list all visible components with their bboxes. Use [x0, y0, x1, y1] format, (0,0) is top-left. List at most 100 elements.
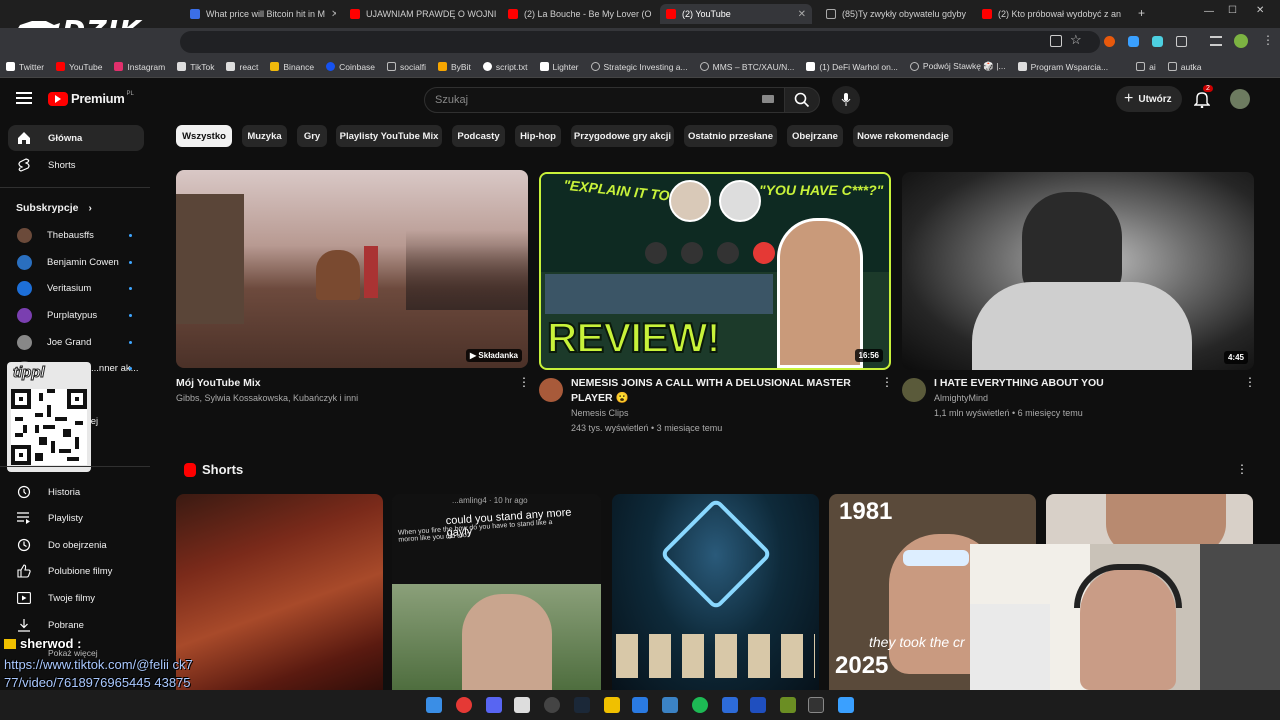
- sidebar-item-subscription[interactable]: Purplatypus: [8, 302, 144, 328]
- close-icon[interactable]: ✕: [325, 9, 336, 20]
- keyboard-icon[interactable]: [762, 95, 774, 103]
- chrome-icon[interactable]: [456, 697, 472, 713]
- bookmark-item[interactable]: Binance: [270, 62, 314, 72]
- chip-games[interactable]: Gry: [297, 125, 327, 147]
- channel-avatar[interactable]: [902, 378, 926, 402]
- bookmark-item[interactable]: react: [226, 62, 258, 72]
- file-explorer-icon[interactable]: [604, 697, 620, 713]
- more-options-icon[interactable]: ⋮: [1236, 462, 1248, 476]
- account-avatar[interactable]: [1230, 89, 1250, 109]
- search-input[interactable]: Szukaj: [424, 87, 786, 113]
- chip-podcasts[interactable]: Podcasty: [452, 125, 505, 147]
- sidebar-item-your-videos[interactable]: Twoje filmy: [8, 585, 144, 611]
- chip-hiphop[interactable]: Hip-hop: [515, 125, 561, 147]
- video-channel[interactable]: AlmightyMind: [934, 391, 1228, 406]
- install-app-icon[interactable]: [1050, 35, 1062, 47]
- close-window-icon[interactable]: ✕: [1256, 5, 1264, 16]
- close-icon[interactable]: ✕: [1121, 9, 1128, 20]
- bookmark-item[interactable]: Coinbase: [326, 62, 375, 72]
- more-options-icon[interactable]: ⋮: [881, 375, 893, 389]
- sidebar-item-watch-later[interactable]: Do obejrzenia: [8, 532, 144, 558]
- sidebar-item-subscription[interactable]: Veritasium: [8, 275, 144, 301]
- app-icon[interactable]: [780, 697, 796, 713]
- bookmark-item[interactable]: MMS – BTC/XAU/N...: [699, 62, 794, 72]
- voice-search-button[interactable]: [832, 86, 860, 114]
- chip-mix-playlists[interactable]: Playlisty YouTube Mix: [336, 125, 442, 147]
- sidebar-item-downloads[interactable]: Pobrane: [8, 612, 144, 638]
- app-icon[interactable]: [750, 697, 766, 713]
- bookmark-item[interactable]: (1) DeFi Warhol on...: [806, 62, 898, 72]
- bookmark-item[interactable]: ByBit: [438, 62, 471, 72]
- sidebar-item-home[interactable]: Główna: [8, 125, 144, 151]
- chip-watched[interactable]: Obejrzane: [787, 125, 843, 147]
- bookmark-item[interactable]: Instagram: [114, 62, 165, 72]
- bookmark-item[interactable]: Lighter: [539, 62, 579, 72]
- browser-tab[interactable]: (85)Ty zwykły obywatelu gdyby✕: [820, 4, 972, 24]
- video-thumbnail[interactable]: "EXPLAIN IT TO ME!" "YOU HAVE C***?" REV…: [539, 172, 891, 370]
- steam-icon[interactable]: [574, 697, 590, 713]
- app-icon[interactable]: [722, 697, 738, 713]
- sidebar-item-liked-videos[interactable]: Polubione filmy: [8, 558, 144, 584]
- chip-new-recommendations[interactable]: Nowe rekomendacje: [853, 125, 953, 147]
- new-tab-button[interactable]: +: [1138, 6, 1145, 20]
- extension-icon[interactable]: [1104, 36, 1115, 47]
- browser-tab-active[interactable]: (2) YouTube ✕: [660, 4, 812, 24]
- app-icon[interactable]: [514, 697, 530, 713]
- sidebar-item-history[interactable]: Historia: [8, 479, 144, 505]
- more-menu-icon[interactable]: ⋮: [1262, 33, 1274, 47]
- bookmark-item[interactable]: script.txt: [482, 62, 528, 72]
- more-options-icon[interactable]: ⋮: [518, 375, 530, 389]
- bookmark-star-icon[interactable]: ☆: [1070, 32, 1082, 48]
- hamburger-menu-icon[interactable]: [16, 92, 32, 104]
- close-icon[interactable]: ✕: [652, 9, 654, 20]
- notepad-icon[interactable]: [838, 697, 854, 713]
- browser-tab[interactable]: UJAWNIAM PRAWDĘ O WOJNI✕: [344, 4, 496, 24]
- sidebar-item-subscription[interactable]: Joe Grand: [8, 329, 144, 355]
- bookmark-item[interactable]: Podwój Stawkę 🎲 |...: [909, 61, 1006, 72]
- browser-tab[interactable]: (2) La Bouche - Be My Lover (O✕: [502, 4, 654, 24]
- bookmark-item[interactable]: Strategic Investing a...: [590, 62, 688, 72]
- url-field[interactable]: [180, 31, 1100, 53]
- short-item[interactable]: [612, 494, 819, 698]
- sidebar-item-shorts[interactable]: Shorts: [8, 152, 144, 178]
- youtube-premium-logo[interactable]: Premium PL: [48, 91, 134, 106]
- video-thumbnail[interactable]: ▶ Składanka: [176, 170, 528, 368]
- create-button[interactable]: + Utwórz: [1116, 86, 1182, 112]
- spotify-icon[interactable]: [692, 697, 708, 713]
- reading-list-icon[interactable]: [1210, 36, 1222, 46]
- bookmark-folder[interactable]: autka: [1167, 62, 1202, 72]
- short-item[interactable]: ...amling4 · 10 hr ago could you stand a…: [392, 494, 601, 698]
- bookmark-folder[interactable]: ai: [1136, 62, 1156, 72]
- bookmark-folder[interactable]: socialfi: [387, 62, 426, 72]
- maximize-icon[interactable]: ☐: [1228, 5, 1237, 16]
- subscriptions-header[interactable]: Subskrypcje ›: [16, 202, 92, 214]
- notifications-button[interactable]: 2: [1193, 85, 1213, 113]
- windows-start-icon[interactable]: [426, 697, 442, 713]
- minimize-icon[interactable]: —: [1204, 6, 1214, 17]
- chip-recently-uploaded[interactable]: Ostatnio przesłane: [684, 125, 777, 147]
- bookmark-item[interactable]: Program Wsparcia...: [1017, 62, 1108, 72]
- terminal-icon[interactable]: [808, 697, 824, 713]
- bookmark-item[interactable]: YouTube: [56, 62, 102, 72]
- sidebar-item-playlists[interactable]: Playlisty: [8, 505, 144, 531]
- video-title[interactable]: NEMESIS JOINS A CALL WITH A DELUSIONAL M…: [571, 376, 865, 406]
- chip-music[interactable]: Muzyka: [242, 125, 287, 147]
- short-item[interactable]: [176, 494, 383, 698]
- app-icon[interactable]: [632, 697, 648, 713]
- bookmark-item[interactable]: TikTok: [177, 62, 214, 72]
- extension-icon[interactable]: [1152, 36, 1163, 47]
- discord-icon[interactable]: [486, 697, 502, 713]
- bookmark-item[interactable]: Twitter: [6, 62, 44, 72]
- video-title[interactable]: Mój YouTube Mix: [176, 376, 496, 391]
- video-thumbnail[interactable]: 4:45: [902, 172, 1254, 370]
- extensions-puzzle-icon[interactable]: [1176, 36, 1187, 47]
- video-channel[interactable]: Gibbs, Sylwia Kossakowska, Kubańczyk i i…: [176, 391, 496, 406]
- obs-icon[interactable]: [544, 697, 560, 713]
- sidebar-item-subscription[interactable]: Thebausffs: [8, 222, 144, 248]
- video-channel[interactable]: Nemesis Clips: [571, 406, 865, 421]
- channel-avatar[interactable]: [539, 378, 563, 402]
- more-options-icon[interactable]: ⋮: [1244, 375, 1256, 389]
- chip-action-adventure[interactable]: Przygodowe gry akcji: [571, 125, 674, 147]
- browser-tab[interactable]: What price will Bitcoin hit in M ✕: [184, 4, 336, 24]
- video-title[interactable]: I HATE EVERYTHING ABOUT YOU: [934, 376, 1228, 391]
